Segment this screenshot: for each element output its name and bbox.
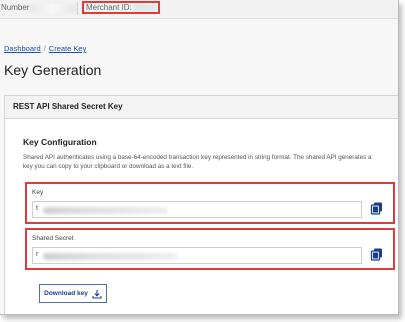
number-value-redacted — [30, 4, 76, 13]
top-bar: Number Merchant ID: — [0, 0, 398, 19]
copy-shared-secret-icon[interactable] — [370, 247, 384, 261]
key-value-start: t — [36, 205, 38, 212]
download-icon — [92, 289, 102, 299]
download-key-button[interactable]: Download key — [39, 284, 107, 303]
shared-secret-value-start: r — [36, 251, 39, 258]
breadcrumb-separator: / — [43, 44, 46, 53]
breadcrumb-dashboard-link[interactable]: Dashboard — [4, 44, 41, 53]
shared-secret-value-redacted — [43, 253, 178, 260]
panel-title: REST API Shared Secret Key — [5, 96, 398, 119]
number-label: Number — [1, 3, 30, 12]
page-title: Key Generation — [4, 62, 102, 78]
app-window: Number Merchant ID: Dashboard / Create Key… — [0, 0, 399, 315]
shared-secret-input[interactable]: r — [32, 247, 362, 264]
key-configuration-description: Shared API authenticates using a base-64… — [23, 154, 372, 170]
key-configuration-heading: Key Configuration — [23, 137, 97, 147]
shared-secret-field-group: Shared Secret r — [25, 228, 395, 270]
breadcrumb: Dashboard / Create Key — [4, 44, 86, 53]
divider — [77, 2, 78, 15]
key-label: Key — [32, 189, 44, 196]
merchant-id-value-redacted — [134, 4, 157, 12]
copy-key-icon[interactable] — [370, 201, 384, 215]
key-value-redacted — [43, 207, 168, 214]
shared-secret-panel: REST API Shared Secret Key Key Configura… — [4, 95, 398, 314]
key-field-group: Key t — [25, 182, 395, 224]
breadcrumb-create-key-link[interactable]: Create Key — [49, 44, 87, 53]
merchant-id-field: Merchant ID: — [82, 1, 160, 14]
shared-secret-label: Shared Secret — [32, 235, 74, 242]
key-input[interactable]: t — [32, 201, 362, 218]
merchant-id-label: Merchant ID: — [86, 3, 132, 12]
download-key-label: Download key — [44, 290, 88, 297]
